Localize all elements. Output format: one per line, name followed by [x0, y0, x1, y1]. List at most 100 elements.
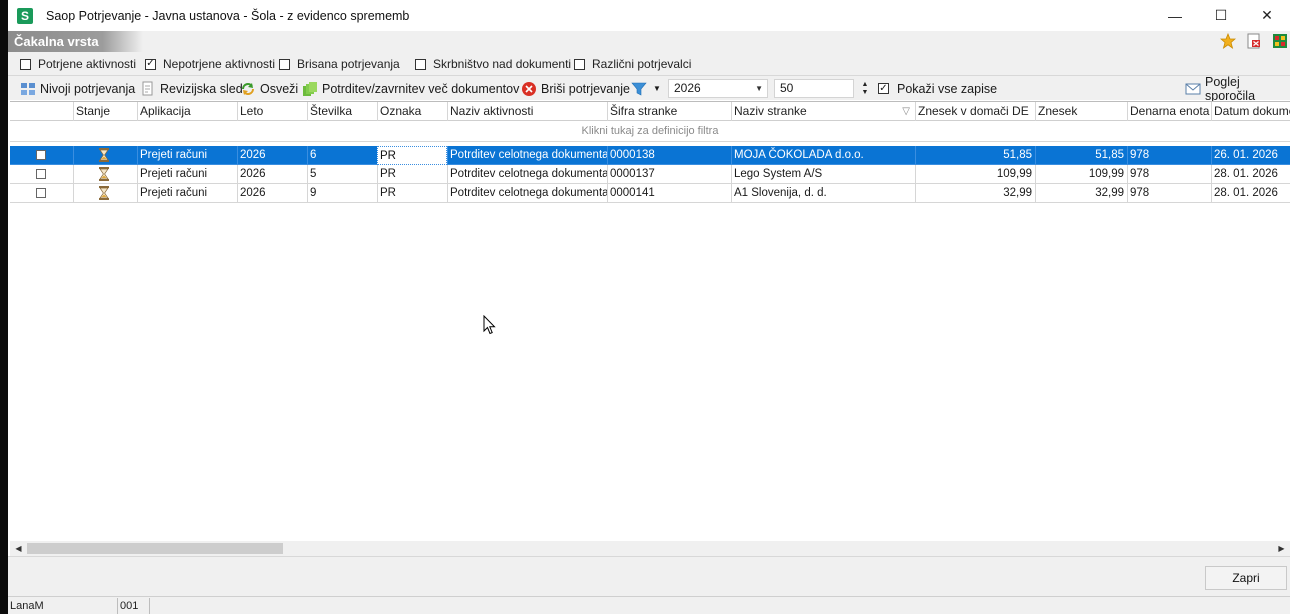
year-select[interactable]: 2026 ▼ [668, 79, 768, 98]
filter-label: Skrbništvo nad dokumenti [433, 57, 572, 71]
column-header-select[interactable] [10, 102, 74, 121]
filter-label: Brisana potrjevanja [297, 57, 400, 71]
filter-definition-row[interactable]: Klikni tukaj za definicijo filtra [10, 121, 1290, 142]
row-select-cell[interactable] [10, 146, 74, 165]
scroll-right-icon[interactable]: ▶ [1273, 541, 1290, 556]
confirm-multiple-button[interactable]: Potrditev/zavrnitev več dokumentov [302, 79, 519, 98]
delete-label: Briši potrjevanje [541, 81, 630, 96]
chevron-down-icon: ▼ [653, 84, 661, 93]
document-date-cell: 28. 01. 2026 [1211, 184, 1290, 203]
column-header-document-date[interactable]: Datum dokumen [1211, 102, 1290, 121]
table-row[interactable]: Prejeti računi 2026 9 PR Potrditev celot… [10, 184, 1290, 203]
status-cell [73, 184, 137, 203]
audit-trail-button[interactable]: Revizijska sled [140, 79, 243, 98]
tag-cell[interactable]: PR [377, 146, 447, 165]
show-all-checkbox[interactable]: ✓ [878, 83, 889, 94]
amount-domestic-cell: 109,99 [915, 165, 1035, 184]
column-header-tag[interactable]: Oznaka [377, 102, 447, 121]
column-header-partner-name[interactable]: Naziv stranke ▽ [731, 102, 915, 121]
filter-confirmed[interactable]: Potrjene aktivnosti [20, 57, 136, 71]
number-cell: 5 [307, 165, 377, 184]
checkbox[interactable] [415, 58, 426, 70]
status-cell [73, 146, 137, 165]
activity-cell: Potrditev celotnega dokumenta [447, 165, 607, 184]
count-spinner[interactable]: ▲ ▼ [860, 79, 870, 98]
spin-down-icon[interactable]: ▼ [862, 89, 869, 97]
column-header-currency[interactable]: Denarna enota [1127, 102, 1211, 121]
refresh-icon [240, 81, 256, 97]
row-checkbox[interactable] [36, 188, 46, 198]
filter-dropdown-button[interactable]: ▼ [631, 79, 661, 98]
partner-code-cell: 0000141 [607, 184, 731, 203]
column-header-amount[interactable]: Znesek [1035, 102, 1127, 121]
table-row[interactable]: Prejeti računi 2026 6 PR Potrditev celot… [10, 146, 1290, 165]
currency-cell: 978 [1127, 165, 1211, 184]
year-cell: 2026 [237, 184, 307, 203]
number-cell: 6 [307, 146, 377, 165]
checkbox[interactable] [574, 58, 585, 70]
delete-confirmation-button[interactable]: Briši potrjevanje [521, 79, 630, 98]
horizontal-scrollbar[interactable]: ◀ ▶ [10, 541, 1290, 556]
export-pdf-icon[interactable] [1246, 33, 1262, 49]
row-select-cell[interactable] [10, 165, 74, 184]
tag-cell: PR [377, 165, 447, 184]
column-header-number[interactable]: Številka [307, 102, 377, 121]
view-messages-label: Poglej sporočila [1205, 74, 1256, 103]
status-code: 001 [118, 598, 150, 614]
application-cell: Prejeti računi [137, 146, 237, 165]
row-checkbox[interactable] [36, 150, 46, 160]
scrollbar-thumb[interactable] [27, 543, 283, 554]
column-header-partner-code[interactable]: Šifra stranke [607, 102, 731, 121]
amount-domestic-cell: 32,99 [915, 184, 1035, 203]
app-logo-icon: S [17, 7, 33, 24]
filter-unconfirmed[interactable]: ✓ Nepotrjene aktivnosti [145, 57, 275, 71]
filter-label: Nepotrjene aktivnosti [163, 57, 276, 71]
export-excel-icon[interactable] [1272, 33, 1288, 49]
refresh-button[interactable]: Osveži [240, 79, 298, 98]
spin-up-icon[interactable]: ▲ [862, 81, 869, 89]
checkbox[interactable] [279, 58, 290, 70]
checkbox-checked[interactable]: ✓ [145, 58, 156, 70]
filter-custody[interactable]: Skrbništvo nad dokumenti [415, 57, 571, 71]
row-checkbox[interactable] [36, 169, 46, 179]
amount-cell: 32,99 [1035, 184, 1127, 203]
currency-cell: 978 [1127, 184, 1211, 203]
minimize-button[interactable]: — [1152, 0, 1198, 31]
section-title: Čakalna vrsta [8, 31, 143, 52]
column-header-activity[interactable]: Naziv aktivnosti [447, 102, 607, 121]
close-button[interactable]: Zapri [1205, 566, 1287, 590]
scroll-left-icon[interactable]: ◀ [10, 541, 27, 556]
levels-button[interactable]: Nivoji potrjevanja [20, 79, 135, 98]
title-bar: S Saop Potrjevanje - Javna ustanova - Šo… [8, 0, 1290, 31]
toolbar: Nivoji potrjevanja Revizijska sled Osvež… [8, 75, 1290, 103]
checkbox[interactable] [20, 58, 31, 70]
document-date-cell: 28. 01. 2026 [1211, 165, 1290, 184]
levels-icon [20, 81, 36, 97]
grid-header: Stanje Aplikacija Leto Številka Oznaka N… [10, 101, 1290, 121]
show-all-toggle[interactable]: ✓ Pokaži vse zapise [878, 79, 997, 98]
amount-domestic-cell: 51,85 [915, 146, 1035, 165]
partner-name-cell: Lego System A/S [731, 165, 915, 184]
column-header-application[interactable]: Aplikacija [137, 102, 237, 121]
sort-indicator-icon: ▽ [902, 106, 910, 117]
chevron-down-icon[interactable]: ▼ [755, 80, 763, 97]
table-row[interactable]: Prejeti računi 2026 5 PR Potrditev celot… [10, 165, 1290, 184]
mouse-cursor-icon [483, 315, 496, 335]
count-input[interactable]: 50 [774, 79, 854, 98]
maximize-button[interactable]: ☐ [1198, 0, 1244, 31]
favorite-star-icon[interactable] [1220, 33, 1236, 49]
row-select-cell[interactable] [10, 184, 74, 203]
audit-label: Revizijska sled [160, 81, 243, 96]
year-value: 2026 [674, 81, 701, 95]
column-header-amount-domestic[interactable]: Znesek v domači DE [915, 102, 1035, 121]
status-user: LanaM [8, 598, 118, 614]
filter-different-approvers[interactable]: Različni potrjevalci [574, 57, 691, 71]
application-cell: Prejeti računi [137, 165, 237, 184]
number-cell: 9 [307, 184, 377, 203]
view-messages-button[interactable]: Poglej sporočila [1185, 75, 1290, 103]
column-header-status[interactable]: Stanje [73, 102, 137, 121]
close-window-button[interactable]: ✕ [1244, 0, 1290, 31]
filter-deleted[interactable]: Brisana potrjevanja [279, 57, 400, 71]
hourglass-icon [99, 167, 109, 181]
column-header-year[interactable]: Leto [237, 102, 307, 121]
